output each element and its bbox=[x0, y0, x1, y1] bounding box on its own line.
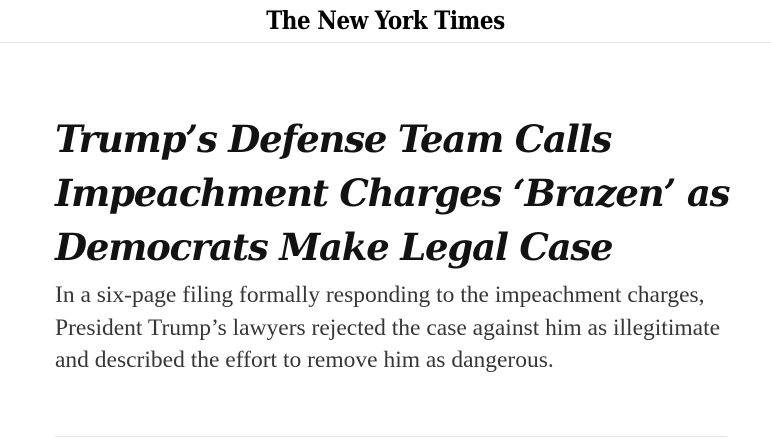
article-headline[interactable]: Trump’s Defense Team Calls Impeachment C… bbox=[55, 112, 755, 274]
section-divider bbox=[55, 436, 727, 437]
article-summary: In a six-page filing formally responding… bbox=[55, 282, 721, 373]
top-bar: The New York Times bbox=[0, 0, 771, 43]
nyt-logo[interactable]: The New York Times bbox=[54, 3, 717, 39]
